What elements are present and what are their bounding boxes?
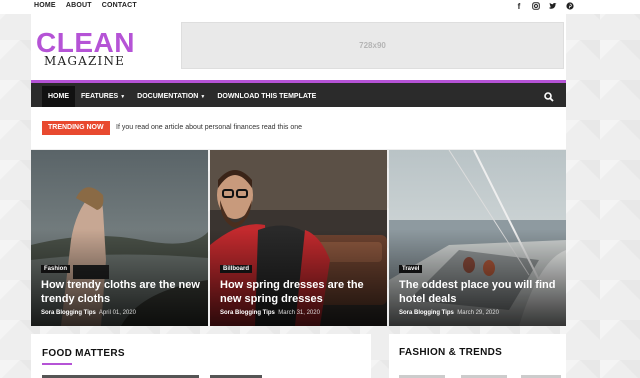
featured-posts: Fashion How trendy cloths are the new tr…: [31, 150, 566, 326]
nav-menu: HOME FEATURES ▼ DOCUMENTATION ▼ DOWNLOAD T…: [42, 86, 322, 107]
ad-size-label: 728x90: [359, 41, 386, 50]
post-author[interactable]: Sora Blogging Tips: [220, 310, 275, 316]
pinterest-icon[interactable]: [566, 2, 574, 12]
top-bar: HOME ABOUT CONTACT f: [0, 0, 640, 14]
nav-item-label: DOCUMENTATION: [137, 93, 199, 100]
category-tag[interactable]: Travel: [399, 265, 423, 273]
post-title[interactable]: How spring dresses are the new spring dr…: [220, 278, 380, 306]
post-date: April 01, 2020: [98, 310, 136, 316]
category-tag[interactable]: Billboard: [220, 265, 253, 273]
section-fashion-trends: FASHION & TRENDS: [389, 334, 566, 378]
site-header: CLEAN MAGAZINE 728x90: [31, 14, 566, 80]
nav-item-home[interactable]: HOME: [42, 86, 75, 107]
top-link-contact[interactable]: CONTACT: [102, 2, 137, 9]
trending-bar: TRENDING NOW If you read one article abo…: [31, 107, 566, 149]
section-title: FOOD MATTERS: [42, 348, 125, 359]
top-nav: HOME ABOUT CONTACT: [34, 2, 137, 9]
post-meta: Sora Blogging Tips April 01, 2020: [41, 310, 136, 316]
post-author[interactable]: Sora Blogging Tips: [41, 310, 96, 316]
trending-badge: TRENDING NOW: [42, 121, 110, 135]
nav-item-label: FEATURES: [81, 93, 119, 100]
main-nav: HOME FEATURES ▼ DOCUMENTATION ▼ DOWNLOAD T…: [31, 80, 566, 107]
section-title: FASHION & TRENDS: [399, 347, 503, 358]
logo-subtitle[interactable]: MAGAZINE: [44, 54, 125, 68]
post-author[interactable]: Sora Blogging Tips: [399, 310, 454, 316]
twitter-icon[interactable]: [549, 2, 557, 12]
nav-item-label: HOME: [48, 93, 69, 100]
section-food-matters: FOOD MATTERS: [31, 334, 371, 378]
nav-item-label: DOWNLOAD THIS TEMPLATE: [217, 93, 317, 100]
category-tag[interactable]: Fashion: [41, 265, 71, 273]
nav-item-download[interactable]: DOWNLOAD THIS TEMPLATE: [211, 86, 322, 107]
nav-item-features[interactable]: FEATURES ▼: [75, 86, 131, 107]
chevron-down-icon: ▼: [200, 94, 206, 100]
section-title-underline: [42, 363, 72, 365]
post-date: March 31, 2020: [278, 310, 320, 316]
featured-card-travel[interactable]: Travel The oddest place you will find ho…: [389, 150, 566, 326]
post-meta: Sora Blogging Tips March 31, 2020: [220, 310, 320, 316]
post-title[interactable]: How trendy cloths are the new trendy clo…: [41, 278, 201, 306]
featured-card-fashion[interactable]: Fashion How trendy cloths are the new tr…: [31, 150, 208, 326]
social-links: f: [515, 2, 574, 12]
ad-banner[interactable]: 728x90: [181, 22, 564, 69]
nav-item-documentation[interactable]: DOCUMENTATION ▼: [131, 86, 211, 107]
facebook-icon[interactable]: f: [515, 2, 523, 12]
featured-card-billboard[interactable]: Billboard How spring dresses are the new…: [210, 150, 387, 326]
post-title[interactable]: The oddest place you will find hotel dea…: [399, 278, 559, 306]
top-link-home[interactable]: HOME: [34, 2, 56, 9]
trending-headline[interactable]: If you read one article about personal f…: [116, 124, 302, 131]
post-meta: Sora Blogging Tips March 29, 2020: [399, 310, 499, 316]
instagram-icon[interactable]: [532, 2, 540, 12]
search-icon[interactable]: [544, 89, 554, 102]
chevron-down-icon: ▼: [120, 94, 126, 100]
top-link-about[interactable]: ABOUT: [66, 2, 92, 9]
post-date: March 29, 2020: [457, 310, 499, 316]
